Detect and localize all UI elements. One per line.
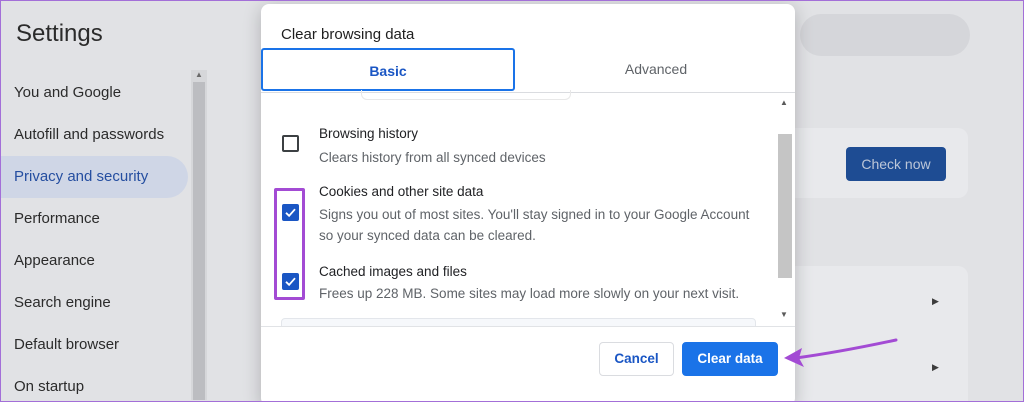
search-bar[interactable] xyxy=(800,14,970,56)
dialog-scrollbar[interactable]: ▲ ▼ xyxy=(776,94,794,326)
option-title: Browsing history xyxy=(319,126,419,141)
dialog-content: Browsing history Clears history from all… xyxy=(261,94,795,326)
tab-basic[interactable]: Basic xyxy=(261,48,515,91)
partial-info-box xyxy=(281,318,756,326)
option-title: Cached images and files xyxy=(319,264,467,279)
arrow-left-icon xyxy=(784,338,898,367)
sidebar-item-appearance[interactable]: Appearance xyxy=(0,240,200,282)
clear-data-button[interactable]: Clear data xyxy=(682,342,778,376)
settings-sidebar: You and Google Autofill and passwords Pr… xyxy=(0,72,200,402)
sidebar-scroll-thumb[interactable] xyxy=(193,82,205,400)
browsing-history-checkbox[interactable] xyxy=(282,135,299,152)
scroll-up-icon[interactable]: ▲ xyxy=(195,70,203,79)
clear-browsing-data-dialog: Clear browsing data Basic Advanced Brows… xyxy=(261,4,795,402)
dialog-tabs: Basic Advanced xyxy=(261,48,795,94)
sidebar-item-on-startup[interactable]: On startup xyxy=(0,366,200,402)
chevron-right-icon[interactable]: ▶ xyxy=(932,296,939,307)
chevron-right-icon[interactable]: ▶ xyxy=(932,362,939,373)
option-description: Frees up 228 MB. Some sites may load mor… xyxy=(319,286,740,301)
sidebar-item-default-browser[interactable]: Default browser xyxy=(0,324,200,366)
annotation-highlight-box xyxy=(274,188,305,300)
scroll-down-icon[interactable]: ▼ xyxy=(780,310,788,319)
option-description: Clears history from all synced devices xyxy=(319,150,546,165)
option-title: Cookies and other site data xyxy=(319,184,484,199)
sidebar-item-you-and-google[interactable]: You and Google xyxy=(0,72,200,114)
sidebar-item-search-engine[interactable]: Search engine xyxy=(0,282,200,324)
option-description: Signs you out of most sites. You'll stay… xyxy=(319,207,750,243)
sidebar-item-privacy[interactable]: Privacy and security xyxy=(0,156,188,198)
footer-divider xyxy=(261,326,795,327)
check-now-button[interactable]: Check now xyxy=(846,147,946,181)
dialog-scroll-thumb[interactable] xyxy=(778,134,792,278)
tab-advanced[interactable]: Advanced xyxy=(517,48,795,91)
scroll-up-icon[interactable]: ▲ xyxy=(780,98,788,107)
sidebar-scrollbar[interactable]: ▲ xyxy=(191,70,207,400)
page-title: Settings xyxy=(16,20,103,47)
dialog-title: Clear browsing data xyxy=(281,26,415,43)
cancel-button[interactable]: Cancel xyxy=(599,342,674,376)
sidebar-item-autofill[interactable]: Autofill and passwords xyxy=(0,114,200,156)
sidebar-item-performance[interactable]: Performance xyxy=(0,198,200,240)
